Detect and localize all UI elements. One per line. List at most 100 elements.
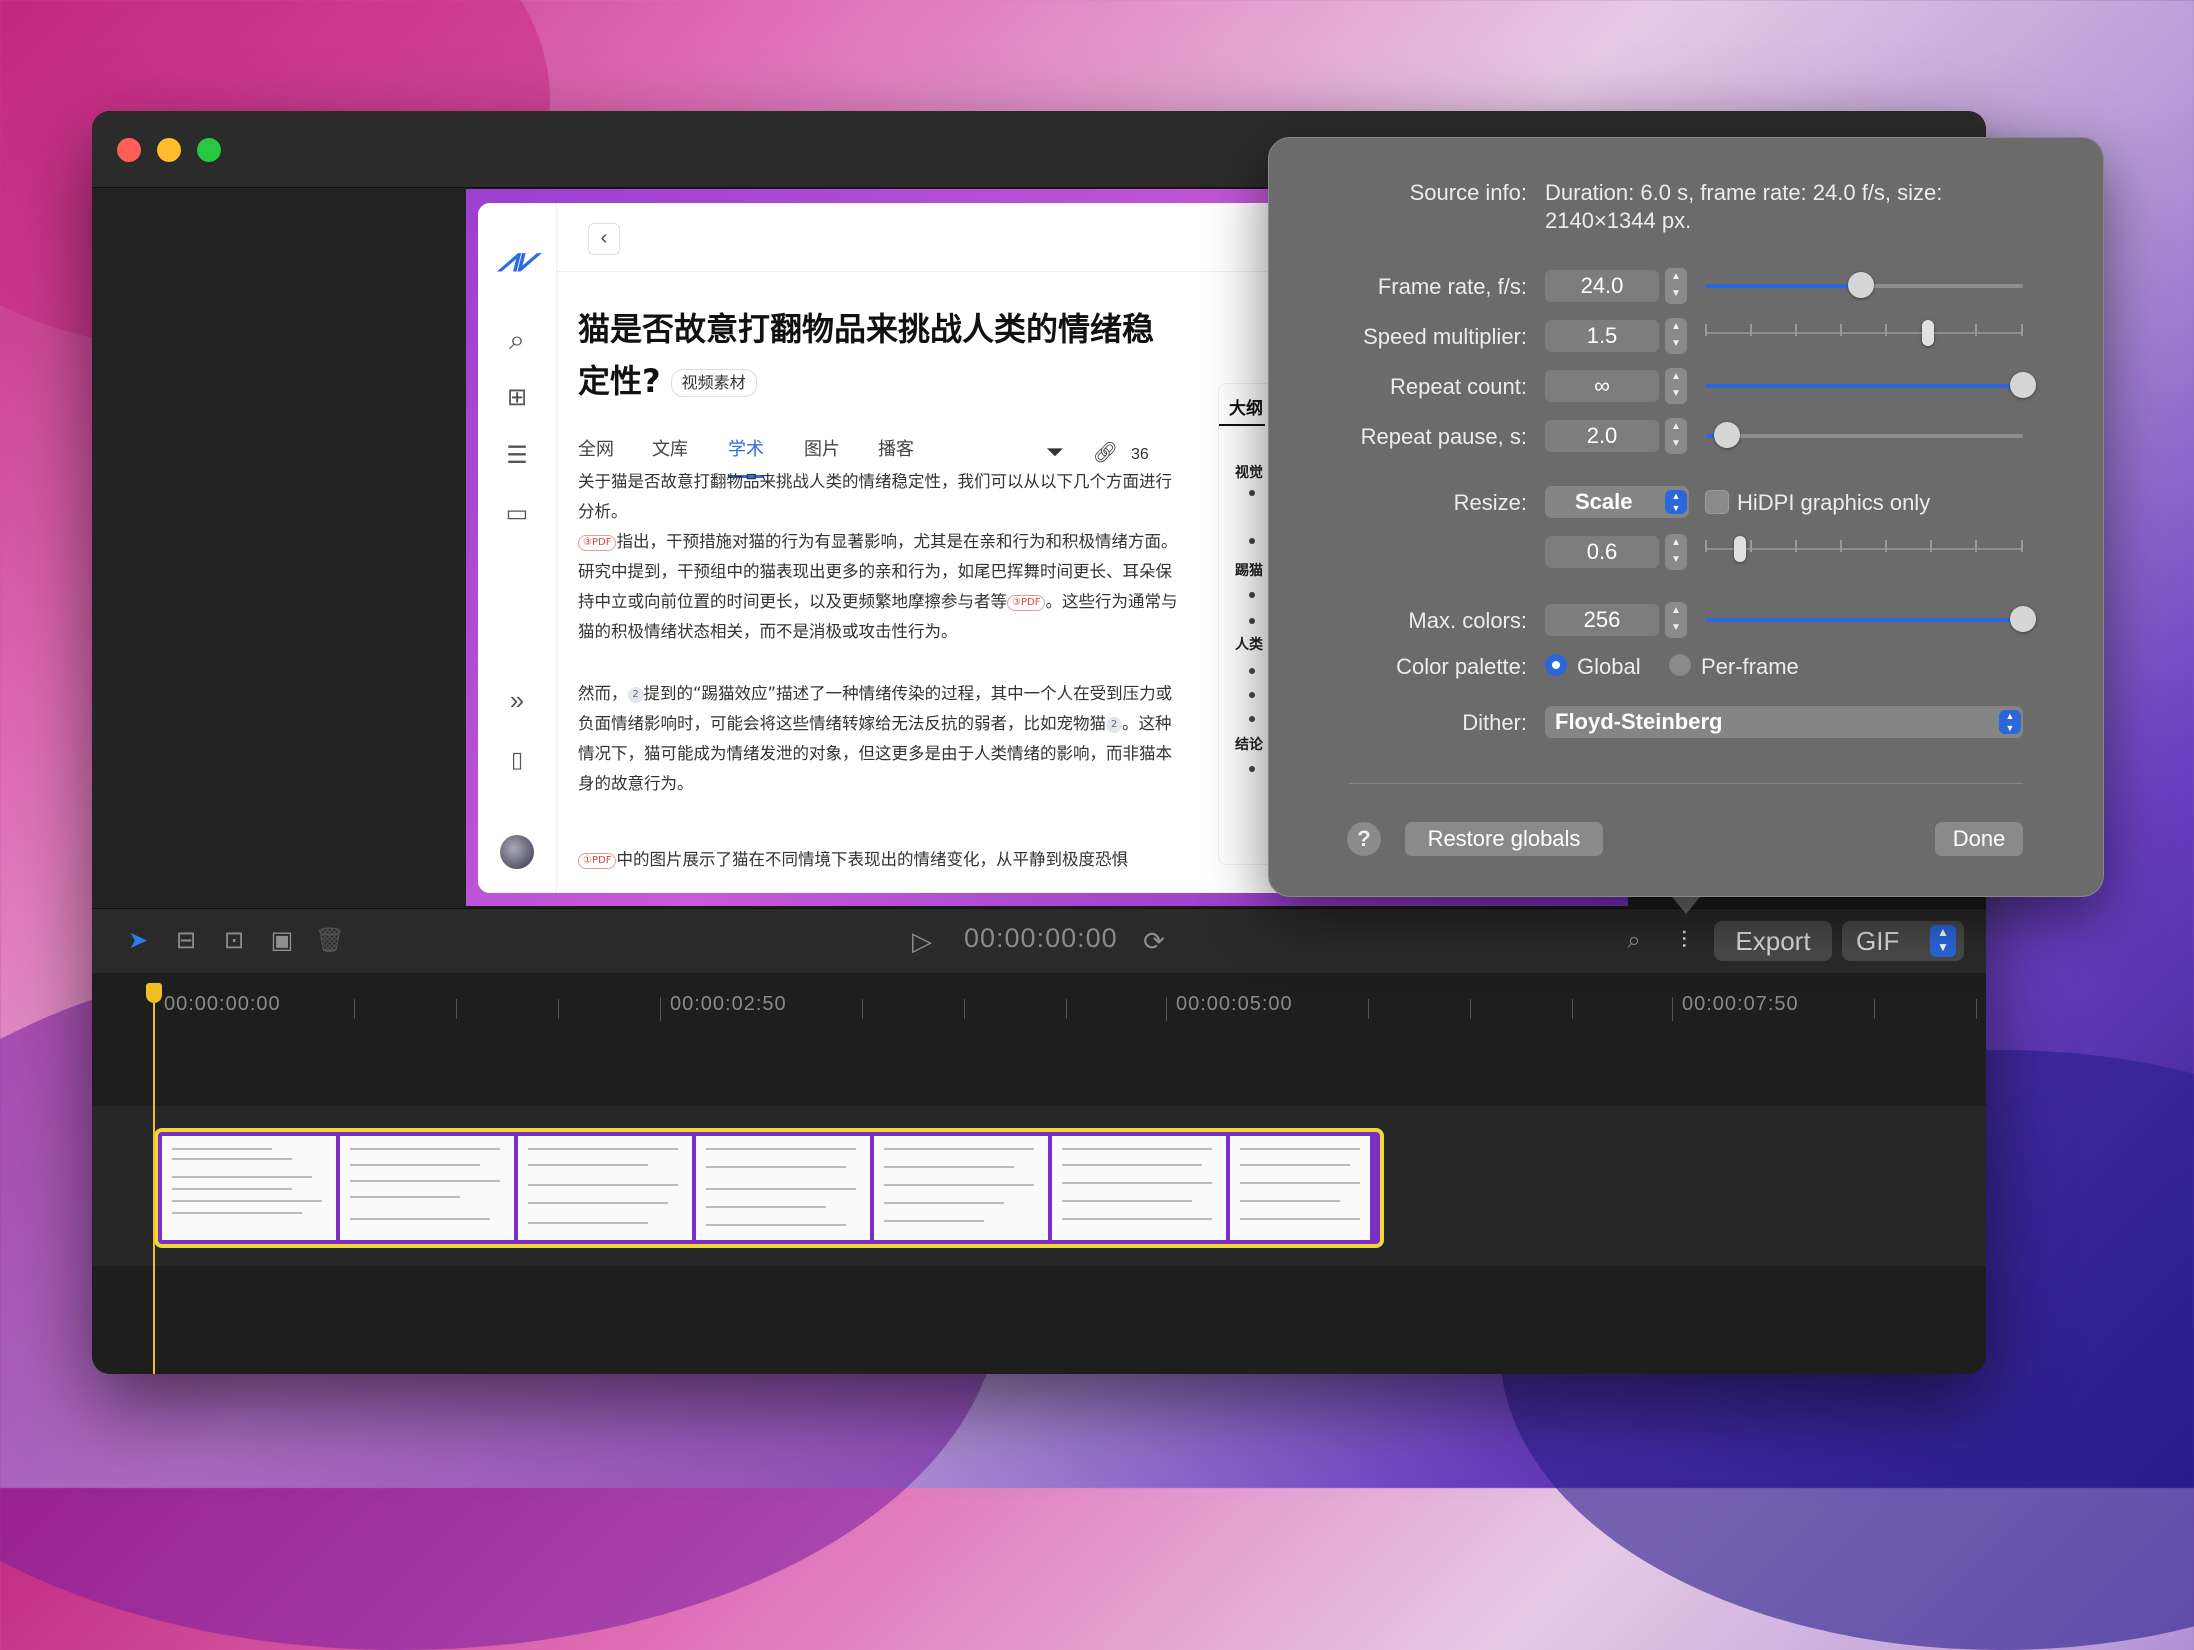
time-label: 00:00:05:00 <box>1176 993 1293 1015</box>
outline-item: 视觉 <box>1235 465 1263 481</box>
time-label: 00:00:02:50 <box>670 993 787 1015</box>
phone-icon: ▯ <box>510 747 524 772</box>
chevron-updown-icon: ▲ ▼ <box>1930 925 1956 957</box>
left-pane <box>92 188 466 908</box>
logo-icon: ⩘⩗ <box>498 241 537 279</box>
resize-mode-select[interactable]: Scale ▲ ▼ <box>1545 486 1689 518</box>
dither-value: Floyd-Steinberg <box>1555 709 1723 734</box>
current-timecode: 00:00:00:00 <box>964 923 1118 953</box>
repeat-count-slider[interactable] <box>1705 372 2036 398</box>
repeat-count-stepper[interactable]: ▲ ▼ <box>1665 368 1687 404</box>
zoom-search-icon[interactable]: ⌕ <box>1618 925 1650 957</box>
dither-label: Dither: <box>1462 710 1527 735</box>
gif-settings-popover: Source info: Duration: 6.0 s, frame rate… <box>1268 137 2104 897</box>
frame-rate-slider[interactable] <box>1705 272 2023 298</box>
tab-images: 图片 <box>804 439 840 460</box>
stack-icon: ☰ <box>506 442 528 469</box>
paragraph-4-text: 中的图片展示了猫在不同情境下表现出的情绪变化，从平静到极度恐惧 <box>616 850 1128 869</box>
color-palette-label: Color palette: <box>1396 654 1527 679</box>
time-label: 00:00:00:00 <box>164 993 281 1015</box>
playhead[interactable] <box>153 991 155 1374</box>
page-sidebar: ⩘⩗ ⌕ ⊞ ☰ ▭ » ▯ <box>478 203 557 893</box>
export-button[interactable]: Export <box>1714 921 1832 961</box>
source-info-line-2: 2140×1344 px. <box>1545 208 1692 233</box>
resize-scale-field[interactable]: 0.6 <box>1545 536 1659 568</box>
citation-number: 2 <box>1106 716 1122 733</box>
close-window-button[interactable] <box>117 138 141 162</box>
back-icon: ‹ <box>588 223 620 255</box>
tab-all: 全网 <box>578 439 614 460</box>
zoom-window-button[interactable] <box>197 138 221 162</box>
resize-scale-stepper[interactable]: ▲ ▼ <box>1665 534 1687 570</box>
repeat-count-label: Repeat count: <box>1390 374 1527 399</box>
repeat-pause-slider[interactable] <box>1705 422 2023 448</box>
tab-academic: 学术 <box>728 439 764 460</box>
citation-number: 2 <box>627 686 644 703</box>
crop-tool-icon[interactable]: ⊡ <box>218 925 250 957</box>
max-colors-slider[interactable] <box>1705 606 2036 632</box>
resize-scale-slider[interactable] <box>1705 536 2023 562</box>
article-title-text: 猫是否故意打翻物品来挑战人类的情绪稳定性? <box>578 310 1155 400</box>
trash-icon[interactable]: 🗑︎ <box>314 925 346 957</box>
settings-sliders-icon[interactable]: ⫶ <box>1668 925 1700 957</box>
format-value: GIF <box>1856 926 1900 956</box>
repeat-pause-stepper[interactable]: ▲ ▼ <box>1665 418 1687 454</box>
outline-item: 踢猫 <box>1235 563 1263 579</box>
citation-badge: ③PDF <box>578 534 617 551</box>
pointer-tool-icon[interactable]: ➤ <box>122 925 154 957</box>
repeat-pause-field[interactable]: 2.0 <box>1545 420 1659 452</box>
palette-perframe-radio[interactable] <box>1669 654 1691 676</box>
time-ruler: 00:00:00:00 00:00:02:50 00:00:05:00 00:0… <box>92 973 1986 1023</box>
chevron-updown-icon: ▲ ▼ <box>1665 490 1687 514</box>
paragraph-1-text: 关于猫是否故意打翻物品来挑战人类的情绪稳定性，我们可以从以下几个方面进行分析。 <box>578 472 1172 521</box>
hidpi-checkbox[interactable] <box>1705 490 1729 514</box>
restore-globals-button[interactable]: Restore globals <box>1405 822 1603 856</box>
expand-icon: » <box>509 685 525 715</box>
help-button[interactable]: ? <box>1347 822 1381 856</box>
hidpi-label: HiDPI graphics only <box>1737 490 1931 515</box>
tab-podcast: 播客 <box>878 439 914 460</box>
link-icon: 🔗︎ <box>1092 442 1119 464</box>
paragraph-2: ③PDF 指出，干预措施对猫的行为有显著影响，尤其是在亲和行为和积极情绪方面。研究… <box>578 527 1178 647</box>
outline-item: 人类 <box>1235 637 1263 653</box>
frame-rate-label: Frame rate, f/s: <box>1377 274 1527 299</box>
format-select[interactable]: GIF ▲ ▼ <box>1842 921 1964 961</box>
minimize-window-button[interactable] <box>157 138 181 162</box>
dither-select[interactable]: Floyd-Steinberg ▲ ▼ <box>1545 706 2023 738</box>
time-label: 00:00:07:50 <box>1682 993 1799 1015</box>
outline-title: 大纲 <box>1229 399 1263 419</box>
frame-rate-field[interactable]: 24.0 <box>1545 270 1659 302</box>
window-icon: ▭ <box>505 500 529 527</box>
timeline[interactable]: 00:00:00:00 00:00:02:50 00:00:05:00 00:0… <box>92 973 1986 1374</box>
palette-global-radio[interactable] <box>1545 654 1567 676</box>
resize-mode-value: Scale <box>1575 489 1633 514</box>
article-title: 猫是否故意打翻物品来挑战人类的情绪稳定性? 视频素材 <box>578 303 1178 407</box>
editor-toolbar: ➤ ⊟ ⊡ ▣ 🗑︎ ▷ 00:00:00:00 ⟳ ⌕ ⫶ Export GI… <box>92 908 1986 974</box>
grid-icon: ⊞ <box>506 384 528 411</box>
max-colors-stepper[interactable]: ▲ ▼ <box>1665 602 1687 638</box>
paragraph-4: ①PDF 中的图片展示了猫在不同情境下表现出的情绪变化，从平静到极度恐惧 <box>578 845 1178 875</box>
frame-rate-stepper[interactable]: ▲ ▼ <box>1665 268 1687 304</box>
article-tag: 视频素材 <box>670 369 757 397</box>
speed-multiplier-stepper[interactable]: ▲ ▼ <box>1665 318 1687 354</box>
speed-multiplier-field[interactable]: 1.5 <box>1545 320 1659 352</box>
filter-icon: ⏷ <box>1046 439 1064 464</box>
max-colors-field[interactable]: 256 <box>1545 604 1659 636</box>
citation-badge: ③PDF <box>1007 594 1046 611</box>
loop-icon[interactable]: ⟳ <box>1138 925 1170 957</box>
speed-multiplier-slider[interactable] <box>1705 320 2023 346</box>
video-clip[interactable] <box>154 1128 1384 1248</box>
repeat-pause-label: Repeat pause, s: <box>1360 424 1527 449</box>
tab-library: 文库 <box>652 439 688 460</box>
repeat-count-field[interactable]: ∞ <box>1545 370 1659 402</box>
frame-tool-icon[interactable]: ▣ <box>266 925 298 957</box>
chevron-updown-icon: ▲ ▼ <box>1999 710 2021 734</box>
palette-global-label: Global <box>1577 654 1641 679</box>
playhead-handle[interactable] <box>146 983 162 1003</box>
trim-tool-icon[interactable]: ⊟ <box>170 925 202 957</box>
palette-perframe-label: Per-frame <box>1701 654 1799 679</box>
play-button[interactable]: ▷ <box>906 925 938 957</box>
done-button[interactable]: Done <box>1935 822 2023 856</box>
search-icon: ⌕ <box>509 324 525 355</box>
link-count: 36 <box>1131 446 1149 463</box>
